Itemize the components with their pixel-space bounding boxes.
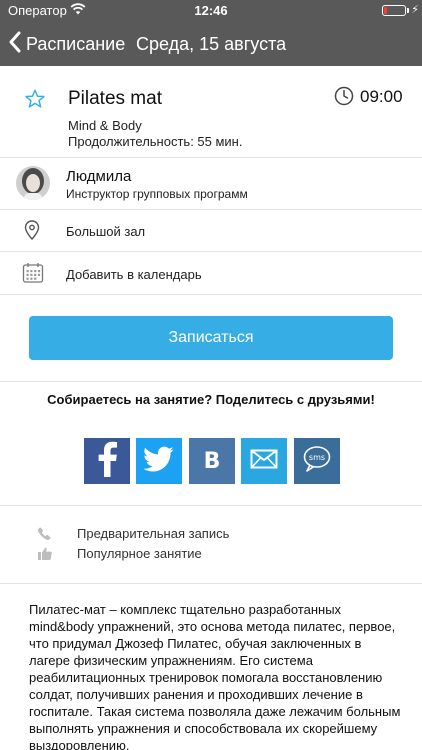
class-time: 09:00 — [360, 87, 403, 106]
instructor-name: Людмила — [66, 168, 132, 185]
divider — [0, 505, 422, 506]
status-time: 12:46 — [194, 3, 228, 18]
thumbs-up-icon — [38, 547, 52, 565]
back-label: Расписание — [26, 33, 126, 54]
nav-bar: Расписание Среда, 15 августа — [0, 22, 422, 66]
envelope-icon — [250, 449, 278, 474]
feature-label: Популярное занятие — [77, 546, 202, 561]
share-prompt: Собираетесь на занятие? Поделитесь с дру… — [47, 392, 375, 407]
share-vk-button[interactable]: В — [189, 438, 235, 484]
feature-popular: Популярное занятие — [0, 544, 422, 564]
calendar-icon — [22, 262, 44, 289]
divider — [0, 381, 422, 382]
battery-tip — [407, 8, 409, 13]
instructor-row[interactable]: Людмила Инструктор групповых программ — [0, 158, 422, 210]
share-twitter-button[interactable] — [136, 438, 182, 484]
instructor-role: Инструктор групповых программ — [66, 187, 248, 201]
feature-pre-booking: Предварительная запись — [0, 524, 422, 544]
share-sms-button[interactable]: sms — [294, 438, 340, 484]
battery-icon — [382, 5, 406, 16]
status-bar: Оператор 12:46 ⚡ — [0, 0, 422, 22]
share-email-button[interactable] — [241, 438, 287, 484]
location-label: Большой зал — [66, 224, 146, 239]
class-header: Pilates mat Mind & Body Продолжительност… — [0, 66, 422, 158]
vk-icon: В — [203, 448, 221, 474]
add-to-calendar-row[interactable]: Добавить в календарь — [0, 252, 422, 295]
back-button[interactable]: Расписание — [8, 22, 125, 66]
star-icon[interactable] — [24, 88, 46, 115]
facebook-icon — [94, 441, 120, 482]
share-facebook-button[interactable] — [84, 438, 130, 484]
sms-bubble-icon: sms — [303, 445, 331, 477]
feature-label: Предварительная запись — [77, 526, 230, 541]
sms-icon-text: sms — [309, 453, 325, 462]
divider — [0, 583, 422, 584]
location-row: Большой зал — [0, 210, 422, 252]
signup-button[interactable]: Записаться — [29, 316, 393, 360]
phone-icon — [37, 527, 51, 545]
add-to-calendar-label: Добавить в календарь — [66, 267, 202, 282]
class-description: Пилатес-мат – комплекс тщательно разрабо… — [29, 602, 401, 750]
avatar — [16, 166, 50, 200]
twitter-icon — [143, 446, 174, 477]
class-category: Mind & Body — [68, 118, 142, 133]
map-pin-icon — [24, 220, 40, 245]
page-title: Среда, 15 августа — [136, 34, 287, 54]
class-duration: Продолжительность: 55 мин. — [68, 134, 243, 149]
chevron-left-icon — [8, 31, 22, 58]
charging-icon: ⚡ — [411, 4, 419, 16]
clock-icon — [334, 86, 354, 111]
class-title: Pilates mat — [68, 88, 162, 109]
